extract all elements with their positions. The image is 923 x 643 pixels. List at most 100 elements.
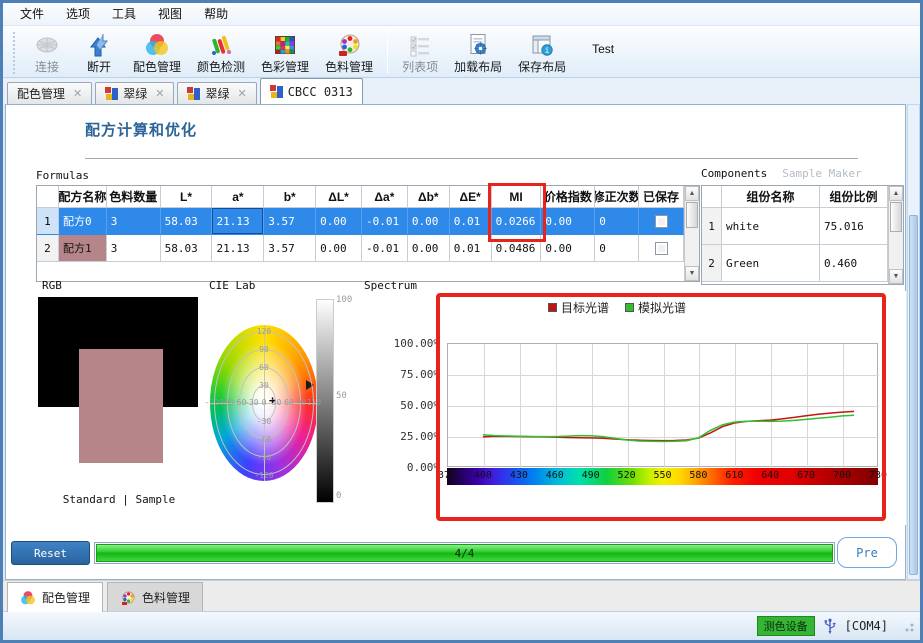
row-number: 2: [37, 235, 59, 262]
tab-color-matching[interactable]: 配色管理 ✕: [7, 82, 92, 104]
close-icon[interactable]: ✕: [155, 89, 164, 99]
tab-cbcc-0313[interactable]: CBCC 0313: [260, 78, 363, 104]
formulas-scrollbar[interactable]: ▲ ▼: [684, 186, 699, 281]
column-header[interactable]: 已保存: [639, 186, 684, 208]
table-cell: 0.01: [450, 208, 492, 235]
component-row[interactable]: 1white75.016: [702, 208, 888, 245]
menu-item[interactable]: 视图: [147, 3, 193, 25]
progress-value: 4/4: [95, 543, 834, 563]
rgb-caption: Standard | Sample: [34, 493, 204, 506]
component-ratio-cell: 75.016: [820, 208, 888, 245]
checkbox[interactable]: [655, 215, 668, 228]
menu-bar: 文件选项工具视图帮助: [3, 3, 920, 26]
save-layout-button[interactable]: i 保存布局: [510, 28, 574, 76]
column-header[interactable]: Δa*: [362, 186, 408, 208]
toolbar-label: 颜色检测: [197, 59, 245, 75]
title-divider: [85, 158, 858, 159]
x-tick-label: 520: [611, 470, 643, 481]
component-row[interactable]: 2Green0.460: [702, 245, 888, 282]
rgb-panel: Standard | Sample: [34, 291, 204, 521]
x-tick-label: 730: [862, 470, 894, 481]
column-header[interactable]: 修正次数: [595, 186, 639, 208]
column-header[interactable]: b*: [264, 186, 316, 208]
menu-item[interactable]: 选项: [55, 3, 101, 25]
menu-item[interactable]: 文件: [9, 3, 55, 25]
scrollbar-thumb[interactable]: [909, 215, 918, 575]
checkbox[interactable]: [655, 242, 668, 255]
bottom-tab-bar: 配色管理 色料管理: [3, 580, 920, 611]
column-header[interactable]: ΔL*: [316, 186, 362, 208]
com-port-label: [COM4]: [845, 619, 888, 633]
sample-maker-tab[interactable]: Sample Maker: [782, 167, 861, 180]
color-matching-icon: [144, 31, 170, 59]
bottom-tab-colorant-manage[interactable]: 色料管理: [107, 582, 203, 612]
legend-item: 目标光谱: [548, 299, 609, 316]
device-status-badge: 测色设备: [757, 616, 815, 636]
scroll-down-icon[interactable]: ▼: [889, 269, 903, 284]
column-header[interactable]: ΔE*: [450, 186, 492, 208]
scrollbar-thumb[interactable]: [890, 202, 902, 232]
column-header[interactable]: 组份比例: [820, 186, 888, 208]
tab-label: CBCC 0313: [288, 85, 353, 99]
row-number: 2: [702, 245, 722, 282]
table-cell: 0.00: [408, 235, 450, 262]
column-header[interactable]: 色料数量: [107, 186, 161, 208]
bottom-tab-color-matching[interactable]: 配色管理: [7, 582, 103, 612]
column-header[interactable]: [37, 186, 59, 208]
menu-item[interactable]: 工具: [101, 3, 147, 25]
column-header[interactable]: [702, 186, 722, 208]
x-tick-label: 670: [790, 470, 822, 481]
components-tab-active[interactable]: Components: [701, 167, 767, 180]
cielab-tick-label: 120: [250, 327, 278, 336]
list-items-button[interactable]: 列表项: [394, 28, 446, 76]
colorant-manage-button[interactable]: 色料管理: [317, 28, 381, 76]
column-header[interactable]: 配方名称: [59, 186, 107, 208]
y-tick-label: 0.00%: [358, 461, 440, 474]
close-icon[interactable]: ✕: [73, 89, 82, 99]
reset-button[interactable]: Reset: [11, 541, 90, 565]
chart-legend: 目标光谱模拟光谱: [548, 299, 686, 316]
load-layout-button[interactable]: 加载布局: [446, 28, 510, 76]
x-tick-label: 550: [647, 470, 679, 481]
components-tabs: Components Sample Maker: [701, 167, 862, 180]
color-matching-button[interactable]: 配色管理: [125, 28, 189, 76]
usb-icon: [823, 618, 837, 634]
cielab-tick-label: 30: [250, 381, 278, 390]
formula-row[interactable]: 2配方1358.0321.133.570.00-0.010.000.010.04…: [37, 235, 684, 262]
menu-item[interactable]: 帮助: [193, 3, 239, 25]
pre-button[interactable]: Pre: [837, 537, 897, 568]
color-manage-button[interactable]: 色彩管理: [253, 28, 317, 76]
disconnect-button[interactable]: 断开: [73, 28, 125, 76]
toolbar-label: 配色管理: [133, 59, 181, 75]
table-cell: -0.01: [362, 208, 408, 235]
table-cell: 0.0486: [492, 235, 542, 262]
close-icon[interactable]: ✕: [237, 89, 246, 99]
tab-cuilv-2[interactable]: 翠绿 ✕: [177, 82, 256, 104]
cielab-panel: + 120906030-30-60-90-120-120-90-60-30030…: [202, 291, 358, 521]
lightness-tick-label: 50: [336, 391, 347, 401]
x-tick-label: 580: [682, 470, 714, 481]
svg-text:i: i: [545, 46, 550, 55]
color-detect-button[interactable]: 颜色检测: [189, 28, 253, 76]
column-header[interactable]: 组份名称: [722, 186, 820, 208]
scroll-up-icon[interactable]: ▲: [889, 186, 903, 201]
components-scrollbar[interactable]: ▲ ▼: [888, 186, 903, 284]
scrollbar-thumb[interactable]: [686, 202, 698, 228]
y-tick-label: 50.00%: [358, 399, 440, 412]
column-header[interactable]: L*: [161, 186, 213, 208]
table-cell: 3: [107, 208, 161, 235]
column-header[interactable]: Δb*: [408, 186, 450, 208]
tab-cuilv-1[interactable]: 翠绿 ✕: [95, 82, 174, 104]
toolbar-separator: [387, 30, 388, 74]
formula-row[interactable]: 1配方0358.0321.133.570.00-0.010.000.010.02…: [37, 208, 684, 235]
column-header[interactable]: MI: [492, 186, 542, 208]
connect-button[interactable]: 连接: [21, 28, 73, 76]
scroll-up-icon[interactable]: ▲: [685, 186, 699, 201]
resize-grip[interactable]: [902, 620, 914, 632]
column-header[interactable]: 价格指数: [541, 186, 595, 208]
table-cell: 0.0266: [492, 208, 542, 235]
column-header[interactable]: a*: [212, 186, 264, 208]
tab-label: 配色管理: [17, 85, 65, 102]
main-scrollbar[interactable]: [907, 104, 920, 580]
scroll-down-icon[interactable]: ▼: [685, 266, 699, 281]
